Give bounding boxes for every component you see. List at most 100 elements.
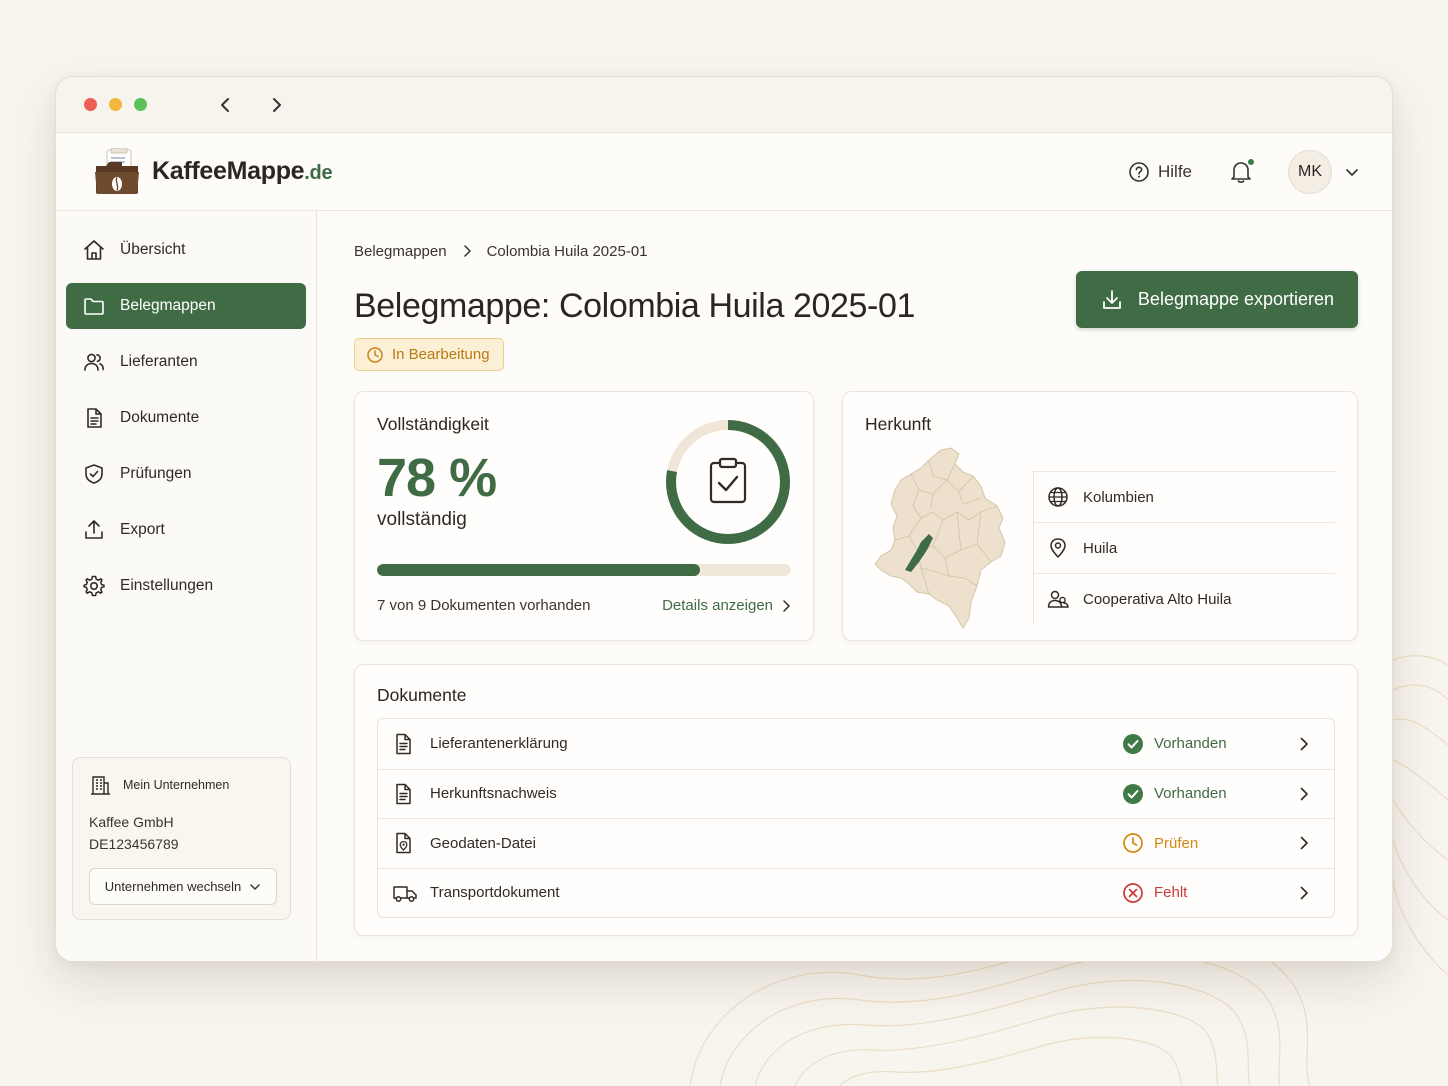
chevron-down-icon [1346, 168, 1358, 176]
help-label: Hilfe [1157, 161, 1192, 181]
sidebar-item-einstellungen[interactable]: Einstellungen [66, 563, 306, 609]
status-badge: In Bearbeitung [354, 338, 504, 371]
chevron-right-icon [1300, 836, 1308, 850]
chevron-right-icon [1300, 787, 1308, 801]
origin-country-label: Kolumbien [1083, 488, 1154, 506]
origin-country: Kolumbien [1033, 471, 1335, 522]
users-icon [1047, 590, 1069, 608]
company-id: DE123456789 [89, 836, 179, 852]
sidebar-item-belegmappen[interactable]: Belegmappen [66, 283, 306, 329]
chevron-right-icon [273, 97, 281, 112]
app-window: KaffeeMappe.de Hilfe MK Übersicht Belegm… [55, 76, 1393, 962]
details-link[interactable]: Details anzeigen [662, 597, 791, 614]
document-name: Transportdokument [430, 884, 560, 902]
clock-icon [367, 346, 383, 363]
details-label: Details anzeigen [662, 597, 773, 614]
documents-card: Dokumente Lieferantenerklärung Vorhanden [354, 664, 1358, 936]
completeness-card: Vollständigkeit 78 % vollständig 7 von 9… [354, 391, 814, 641]
document-status-label: Prüfen [1154, 834, 1199, 852]
sidebar-item-dokumente[interactable]: Dokumente [66, 395, 306, 441]
chevron-right-icon [1300, 886, 1308, 900]
breadcrumb-parent-link[interactable]: Belegmappen [354, 243, 447, 260]
breadcrumb: Belegmappen Colombia Huila 2025-01 [354, 241, 1358, 261]
sidebar-item-label: Einstellungen [120, 577, 214, 594]
globe-icon [1048, 487, 1068, 507]
document-status-label: Fehlt [1154, 884, 1188, 902]
document-icon [396, 733, 411, 754]
close-window-button[interactable] [84, 98, 97, 111]
app-name: KaffeeMappe [152, 157, 305, 185]
map-pin-icon [1050, 538, 1066, 558]
origin-list: Kolumbien Huila Cooperativa Alto Huila [1033, 471, 1335, 624]
completeness-progress-fill [377, 564, 700, 576]
document-icon [87, 408, 102, 428]
completeness-progress-bar [377, 564, 791, 576]
window-titlebar [56, 77, 1392, 133]
notifications-button[interactable] [1230, 157, 1255, 184]
document-status: Prüfen [1122, 832, 1274, 854]
origin-cooperative: Cooperativa Alto Huila [1033, 573, 1335, 624]
sidebar-item-export[interactable]: Export [66, 507, 306, 553]
x-circle-icon [1123, 882, 1143, 903]
document-name: Herkunftsnachweis [430, 785, 557, 803]
gear-icon [83, 575, 105, 597]
chevron-down-icon [250, 883, 261, 890]
page-title: Belegmappe: Colombia Huila 2025-01 [354, 287, 915, 325]
origin-region-label: Huila [1083, 539, 1118, 557]
minimize-window-button[interactable] [109, 98, 122, 111]
sidebar-item-pruefungen[interactable]: Prüfungen [66, 451, 306, 497]
sidebar-item-lieferanten[interactable]: Lieferanten [66, 339, 306, 385]
document-status-label: Vorhanden [1154, 785, 1227, 803]
table-row[interactable]: Geodaten-Datei Prüfen [378, 818, 1334, 868]
forward-button[interactable] [267, 95, 287, 115]
users-icon [84, 353, 104, 371]
help-circle-icon [1129, 161, 1149, 182]
help-button[interactable]: Hilfe [1128, 161, 1192, 183]
main-content: Belegmappen Colombia Huila 2025-01 Beleg… [317, 211, 1392, 961]
clipboard-check-icon [709, 457, 747, 504]
document-name: Geodaten-Datei [430, 834, 536, 852]
document-status: Vorhanden [1122, 783, 1274, 805]
app-logo[interactable]: KaffeeMappe.de [92, 147, 333, 196]
switch-company-label: Unternehmen wechseln [104, 879, 242, 894]
chevron-right-icon [463, 245, 471, 257]
origin-card: Herkunft Kolumbien Huila Cooperativa Alt… [842, 391, 1358, 641]
origin-cooperative-label: Cooperativa Alto Huila [1083, 590, 1232, 608]
avatar[interactable]: MK [1288, 149, 1332, 194]
home-icon [84, 240, 104, 260]
completeness-ring [666, 420, 790, 544]
app-tld: .de [304, 162, 333, 184]
company-heading: Mein Unternehmen [123, 778, 230, 792]
back-button[interactable] [215, 95, 235, 115]
shield-check-icon [85, 464, 103, 484]
export-label: Belegmappe exportieren [1137, 289, 1335, 309]
switch-company-button[interactable]: Unternehmen wechseln [89, 868, 277, 905]
account-menu-button[interactable] [1344, 164, 1360, 180]
sidebar-item-label: Belegmappen [120, 297, 216, 314]
sidebar-item-uebersicht[interactable]: Übersicht [66, 227, 306, 273]
folder-icon [84, 298, 104, 315]
document-name: Lieferantenerklärung [430, 735, 568, 753]
export-button[interactable]: Belegmappe exportieren [1076, 271, 1358, 328]
table-row[interactable]: Herkunftsnachweis Vorhanden [378, 768, 1334, 819]
maximize-window-button[interactable] [134, 98, 147, 111]
status-label: In Bearbeitung [392, 346, 490, 363]
check-circle-icon [1123, 733, 1143, 754]
sidebar-item-label: Prüfungen [120, 465, 192, 482]
sidebar-item-label: Export [120, 521, 165, 538]
document-status: Vorhanden [1122, 733, 1274, 755]
upload-icon [85, 520, 103, 539]
document-status: Fehlt [1122, 882, 1274, 904]
documents-table: Lieferantenerklärung Vorhanden Herkunfts… [377, 718, 1335, 918]
clock-icon [1123, 833, 1143, 854]
table-row[interactable]: Transportdokument Fehlt [378, 867, 1334, 918]
sidebar: Übersicht Belegmappen Lieferanten Dokume… [56, 211, 317, 961]
document-icon [396, 783, 411, 804]
sidebar-item-label: Lieferanten [120, 353, 198, 370]
truck-icon [393, 886, 417, 902]
chevron-right-icon [783, 599, 790, 612]
table-row[interactable]: Lieferantenerklärung Vorhanden [378, 719, 1334, 769]
colombia-map [874, 447, 1006, 629]
download-icon [1103, 289, 1121, 309]
coffee-folder-logo-icon [95, 147, 139, 194]
